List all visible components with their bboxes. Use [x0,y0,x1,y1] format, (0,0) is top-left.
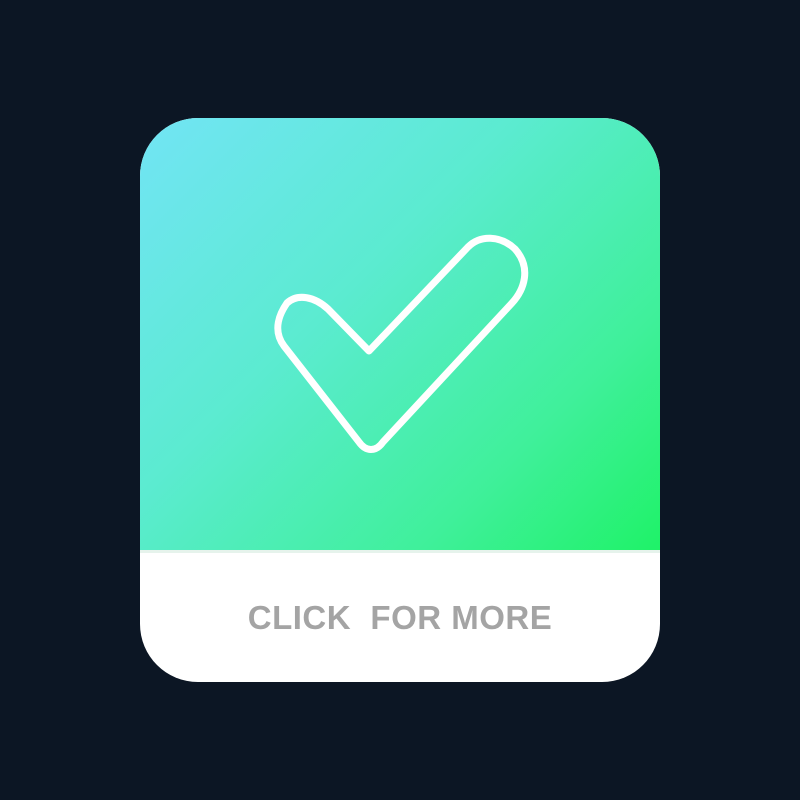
click-for-more-label[interactable]: CLICK FOR MORE [140,553,660,682]
checkmark-icon [274,234,529,453]
app-icon-tile[interactable]: CLICK FOR MORE [140,118,660,682]
